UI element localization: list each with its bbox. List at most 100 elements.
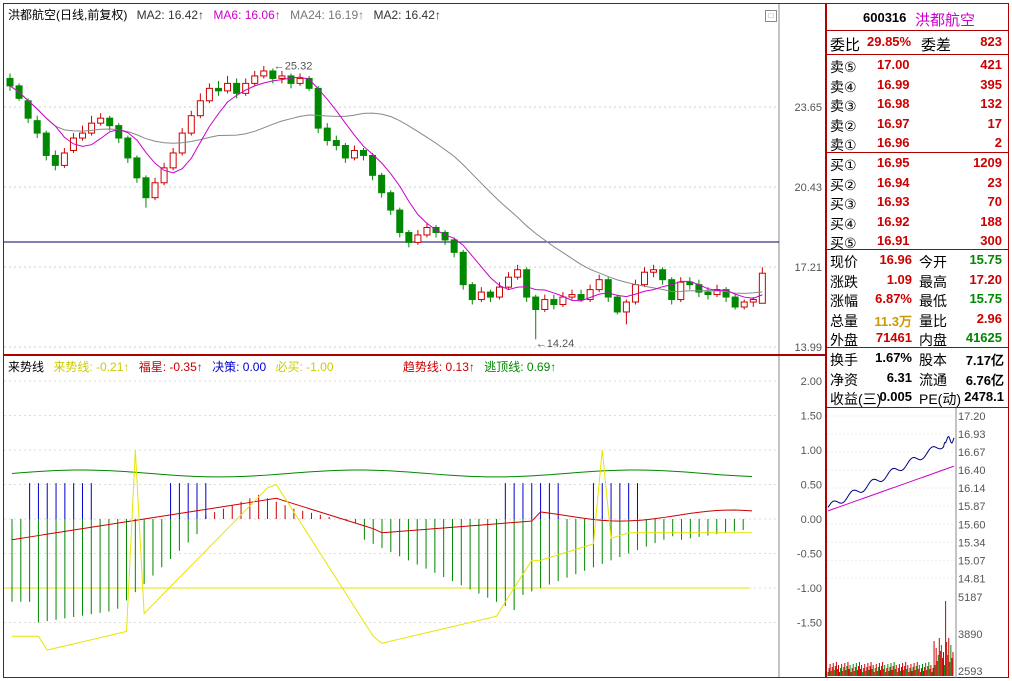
book-label: 卖④ <box>830 78 857 95</box>
candle-body <box>731 296 739 308</box>
candle-body <box>115 125 123 139</box>
stat-label: 今开 <box>919 254 947 270</box>
book-row: 买③ 16.93 70 <box>827 193 1008 212</box>
stock-terminal: 洪都航空(日线,前复权) MA2: 16.42↑ MA6: 16.06↑ MA2… <box>0 0 1012 681</box>
candle-body <box>187 115 195 134</box>
quote-side-panel: 600316 洪都航空 委比 29.85% 委差 823 卖⑤ 17.00 421 卖… <box>826 3 1009 678</box>
stat-row: 涨跌 1.09 最高 17.20 <box>827 271 1008 290</box>
stat-value: 15.75 <box>969 291 1002 306</box>
kline-svg: 23.65 20.43 17.21 13.99 ←25.32 ←14.24 <box>4 4 822 354</box>
book-row: 卖③ 16.98 132 <box>827 95 1008 114</box>
book-price: 16.92 <box>877 213 910 229</box>
book-price: 16.96 <box>877 135 910 150</box>
stat-row: 现价 16.96 今开 15.75 <box>827 251 1008 270</box>
weicha-value: 823 <box>980 34 1002 49</box>
book-label: 买④ <box>830 215 857 232</box>
intraday-mini-chart[interactable]: 17.20 16.93 16.67 16.40 16.14 15.87 15.60 15.34… <box>827 408 1008 678</box>
stat-label: 最低 <box>919 293 947 309</box>
y-tick-label: 17.21 <box>794 262 822 274</box>
ma24-line <box>9 85 763 294</box>
mini-price-tick: 15.34 <box>958 537 986 549</box>
candle-body <box>332 140 340 147</box>
kline-chart-panel[interactable]: 洪都航空(日线,前复权) MA2: 16.42↑ MA6: 16.06↑ MA2… <box>3 3 826 355</box>
stat-value: 6.87% <box>875 291 912 306</box>
stat-label: 涨跌 <box>830 273 858 290</box>
candle-body <box>97 117 105 124</box>
candle-body <box>405 231 413 243</box>
candle-body <box>414 234 422 243</box>
candle-body <box>350 149 358 159</box>
candle-body <box>79 132 87 139</box>
stat-value: 1.09 <box>886 271 912 287</box>
book-label: 买② <box>830 176 857 193</box>
candle-body <box>233 82 241 94</box>
stat-label: 现价 <box>830 254 858 270</box>
candle-body <box>106 117 114 127</box>
book-row: 买② 16.94 23 <box>827 174 1008 193</box>
candle-body <box>704 291 712 296</box>
candle-body <box>577 294 585 301</box>
candle-body <box>505 276 513 288</box>
stat-label: 换手 <box>830 352 858 368</box>
book-volume: 395 <box>980 76 1002 92</box>
book-volume: 421 <box>980 57 1002 72</box>
candle-body <box>196 100 204 117</box>
intraday-price-line <box>827 435 955 508</box>
mini-vol-tick: 3890 <box>958 629 982 641</box>
stock-code: 600316 <box>863 10 907 25</box>
candle-body <box>251 75 259 84</box>
book-price: 16.93 <box>877 194 910 209</box>
book-price: 16.98 <box>877 96 910 111</box>
stat-label: PE(动) <box>919 391 961 407</box>
book-price: 16.94 <box>877 174 910 190</box>
book-volume: 70 <box>987 194 1002 209</box>
book-volume: 23 <box>987 174 1002 190</box>
book-label: 卖⑤ <box>830 59 857 75</box>
candle-body <box>532 296 540 310</box>
y-tick-label: 13.99 <box>794 342 822 354</box>
candle-body <box>387 192 395 211</box>
candle-body <box>550 299 558 306</box>
y-tick-label: 1.50 <box>801 411 822 423</box>
book-volume: 17 <box>987 115 1002 131</box>
candle-body <box>396 209 404 233</box>
candle-body <box>668 279 676 301</box>
stat-value: 7.17亿 <box>965 353 1004 368</box>
book-price: 16.95 <box>877 155 910 170</box>
weibi-value: 29.85% <box>867 34 912 49</box>
mini-price-tick: 15.87 <box>958 501 986 513</box>
candle-body <box>133 157 141 179</box>
candle-body <box>169 152 177 169</box>
candle-body <box>568 294 576 298</box>
candle-body <box>486 291 494 298</box>
book-row: 买① 16.95 1209 <box>827 154 1008 173</box>
stat-value: 41625 <box>965 330 1002 345</box>
indicator-svg: 2.00 1.50 1.00 0.50 0.00 -0.50 -1.00 -1.50 <box>4 356 822 677</box>
stat-label: 量比 <box>919 312 947 329</box>
high-price-label: ←25.32 <box>274 61 313 73</box>
stat-value: 16.96 <box>879 252 912 267</box>
mini-price-tick: 17.20 <box>958 411 986 423</box>
candle-body <box>613 296 621 313</box>
indicator-panel[interactable]: 来势线 来势线: -0.21↑ 福星: -0.35↑ 决策: 0.00 必买: … <box>3 355 826 678</box>
book-price: 17.00 <box>877 57 910 72</box>
mini-vol-tick: 2593 <box>958 666 982 678</box>
book-row: 卖⑤ 17.00 421 <box>827 56 1008 75</box>
y-tick-label: -1.50 <box>797 618 822 630</box>
stat-row: 外盘 71461 内盘 41625 <box>827 329 1008 348</box>
candle-body <box>459 251 467 286</box>
candle-body <box>423 226 431 236</box>
candle-body <box>622 301 630 313</box>
book-price: 16.91 <box>877 233 910 248</box>
y-tick-label: 2.00 <box>801 376 822 388</box>
candle-body <box>224 82 232 92</box>
book-label: 买⑤ <box>830 235 857 251</box>
book-volume: 2 <box>994 135 1002 150</box>
stat-label: 流通 <box>919 371 947 388</box>
candle-body <box>740 301 748 308</box>
book-volume: 132 <box>980 96 1002 111</box>
candle-body <box>6 77 14 87</box>
divider <box>827 54 1008 55</box>
candle-body <box>495 286 503 298</box>
mini-price-tick: 16.14 <box>958 483 986 495</box>
